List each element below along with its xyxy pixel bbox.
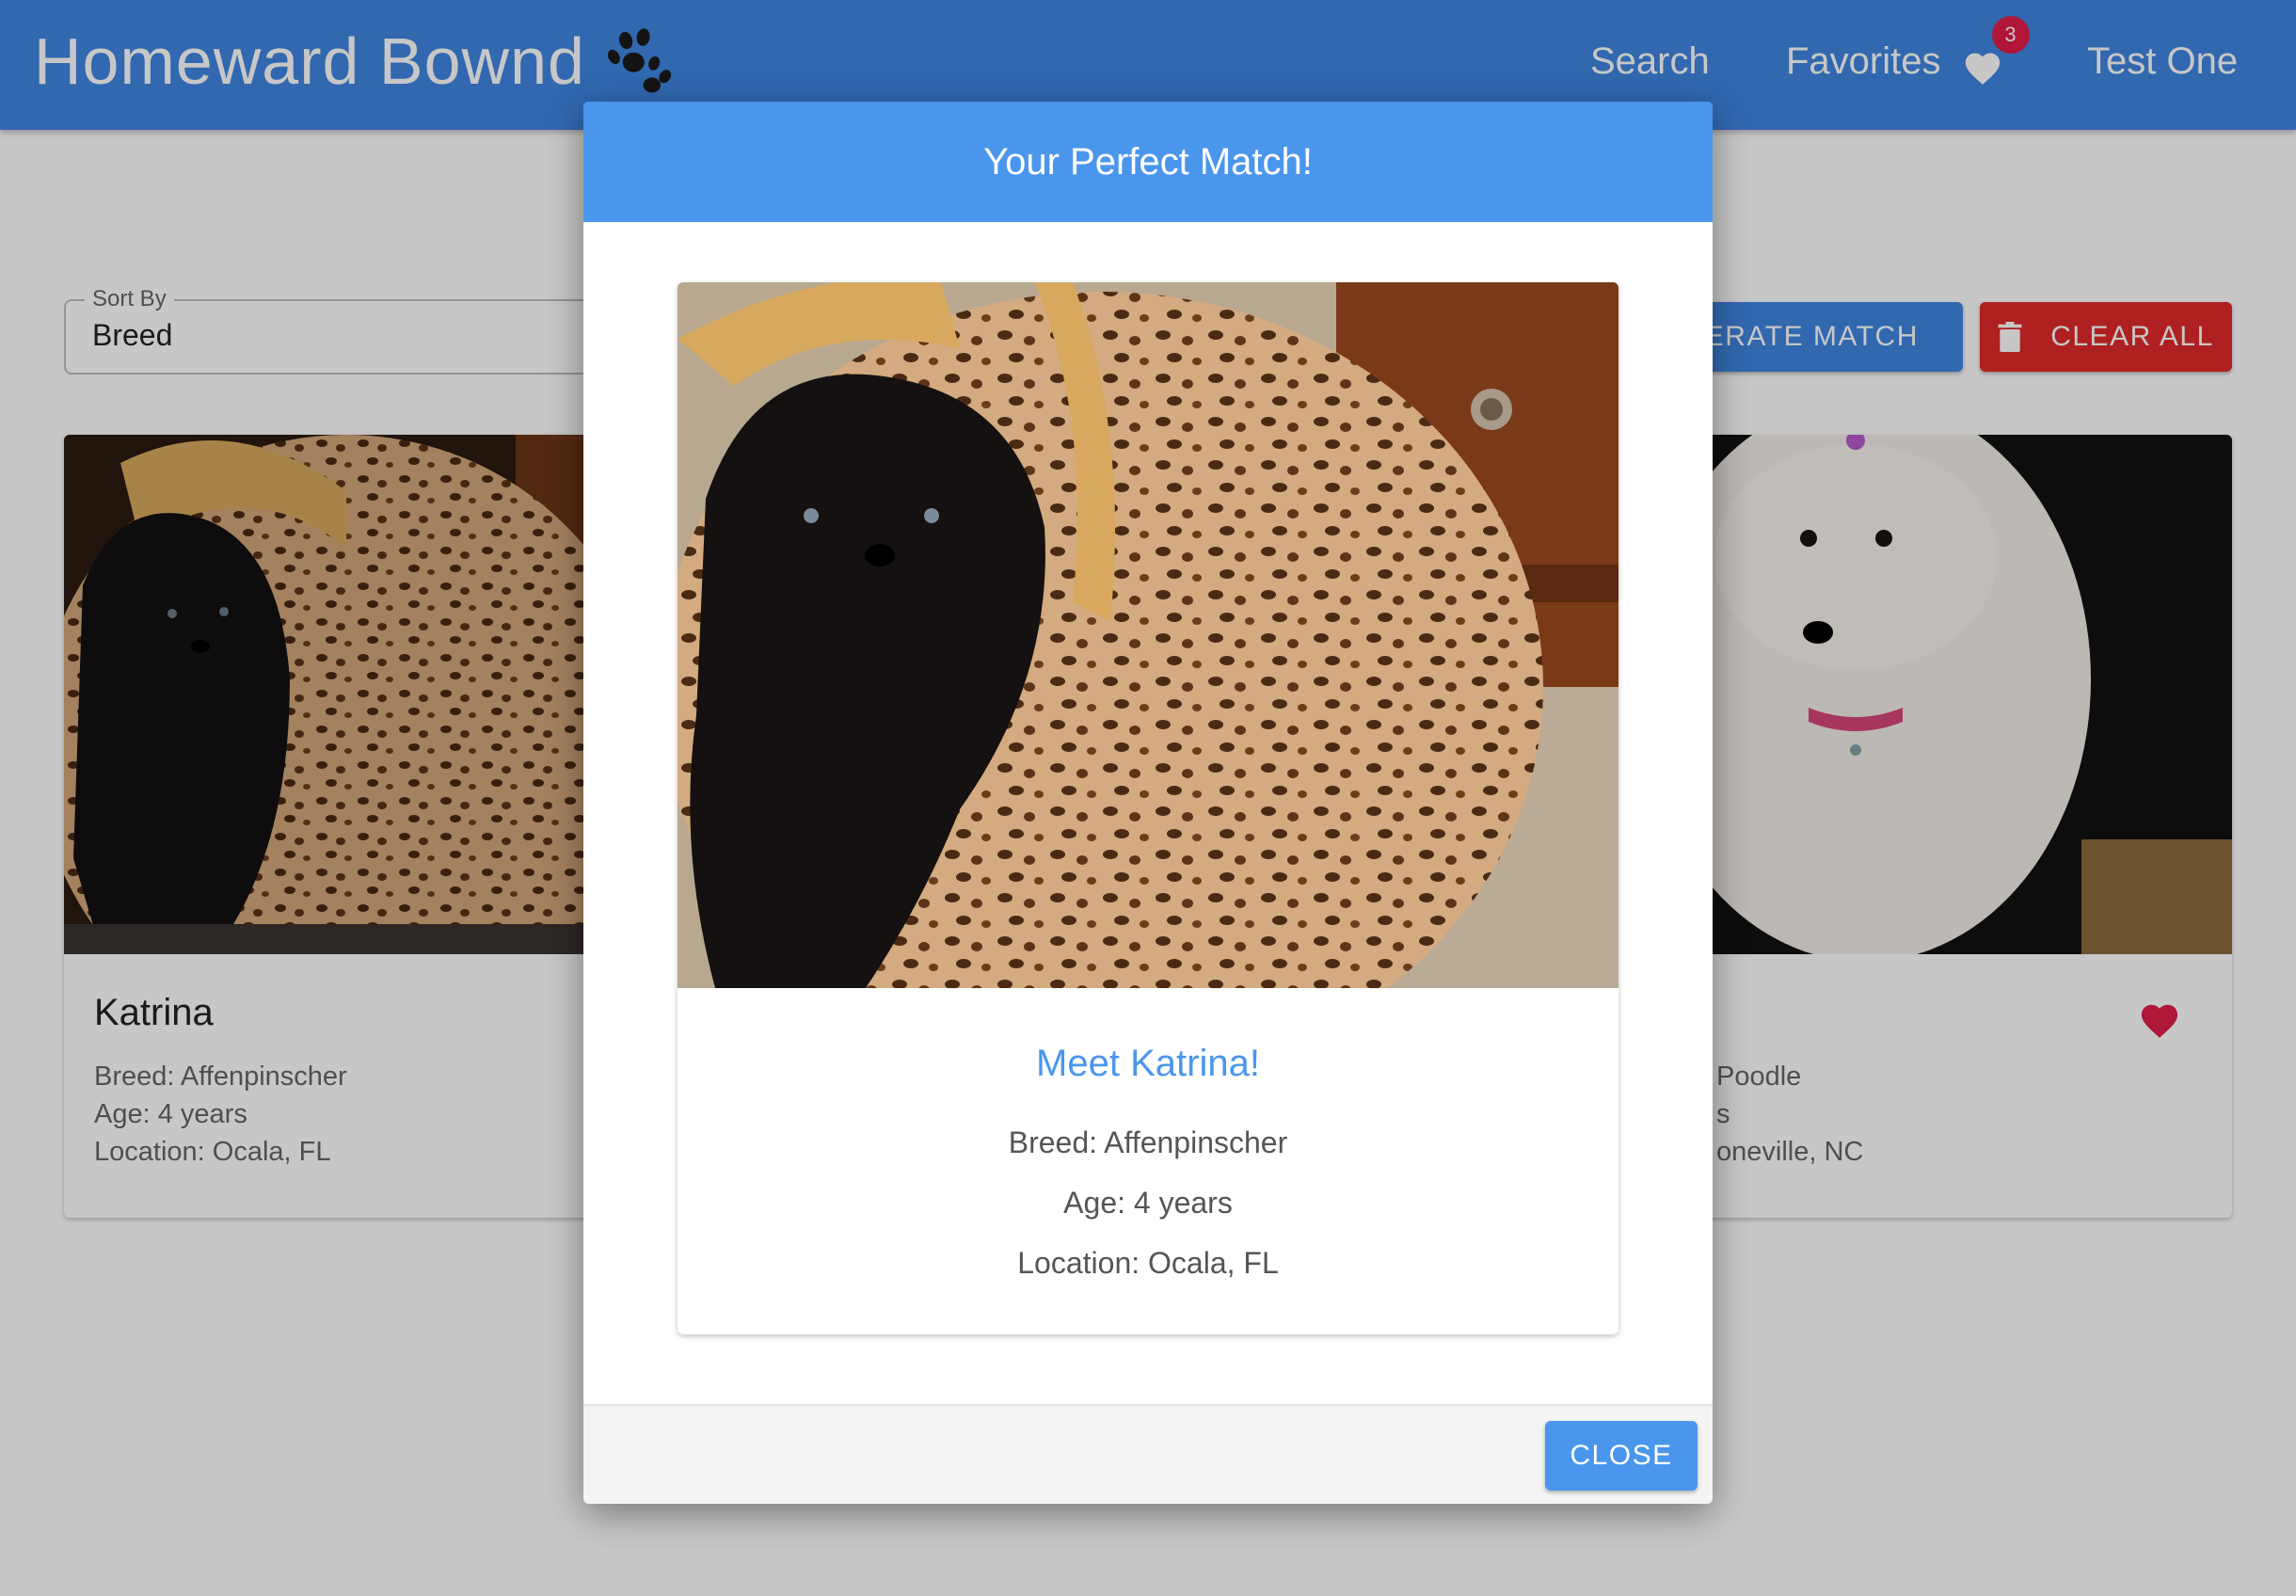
match-location: Location: Ocala, FL <box>1017 1246 1279 1280</box>
match-breed: Breed: Affenpinscher <box>1008 1125 1288 1159</box>
match-dialog: Your Perfect Match! Meet Katrina! Breed:… <box>583 102 1713 1504</box>
dialog-footer <box>583 1404 1713 1504</box>
close-label: CLOSE <box>1570 1440 1673 1471</box>
match-heading: Meet Katrina! <box>1036 1043 1260 1084</box>
match-dog-photo <box>678 282 1618 988</box>
close-button[interactable]: CLOSE <box>1545 1421 1698 1491</box>
match-card: Meet Katrina! Breed: Affenpinscher Age: … <box>678 282 1618 1334</box>
match-age: Age: 4 years <box>1063 1186 1233 1220</box>
app-root: Homeward Bownd Search Favorites 3 Test O… <box>0 0 2296 1596</box>
dialog-title: Your Perfect Match! <box>583 102 1713 222</box>
